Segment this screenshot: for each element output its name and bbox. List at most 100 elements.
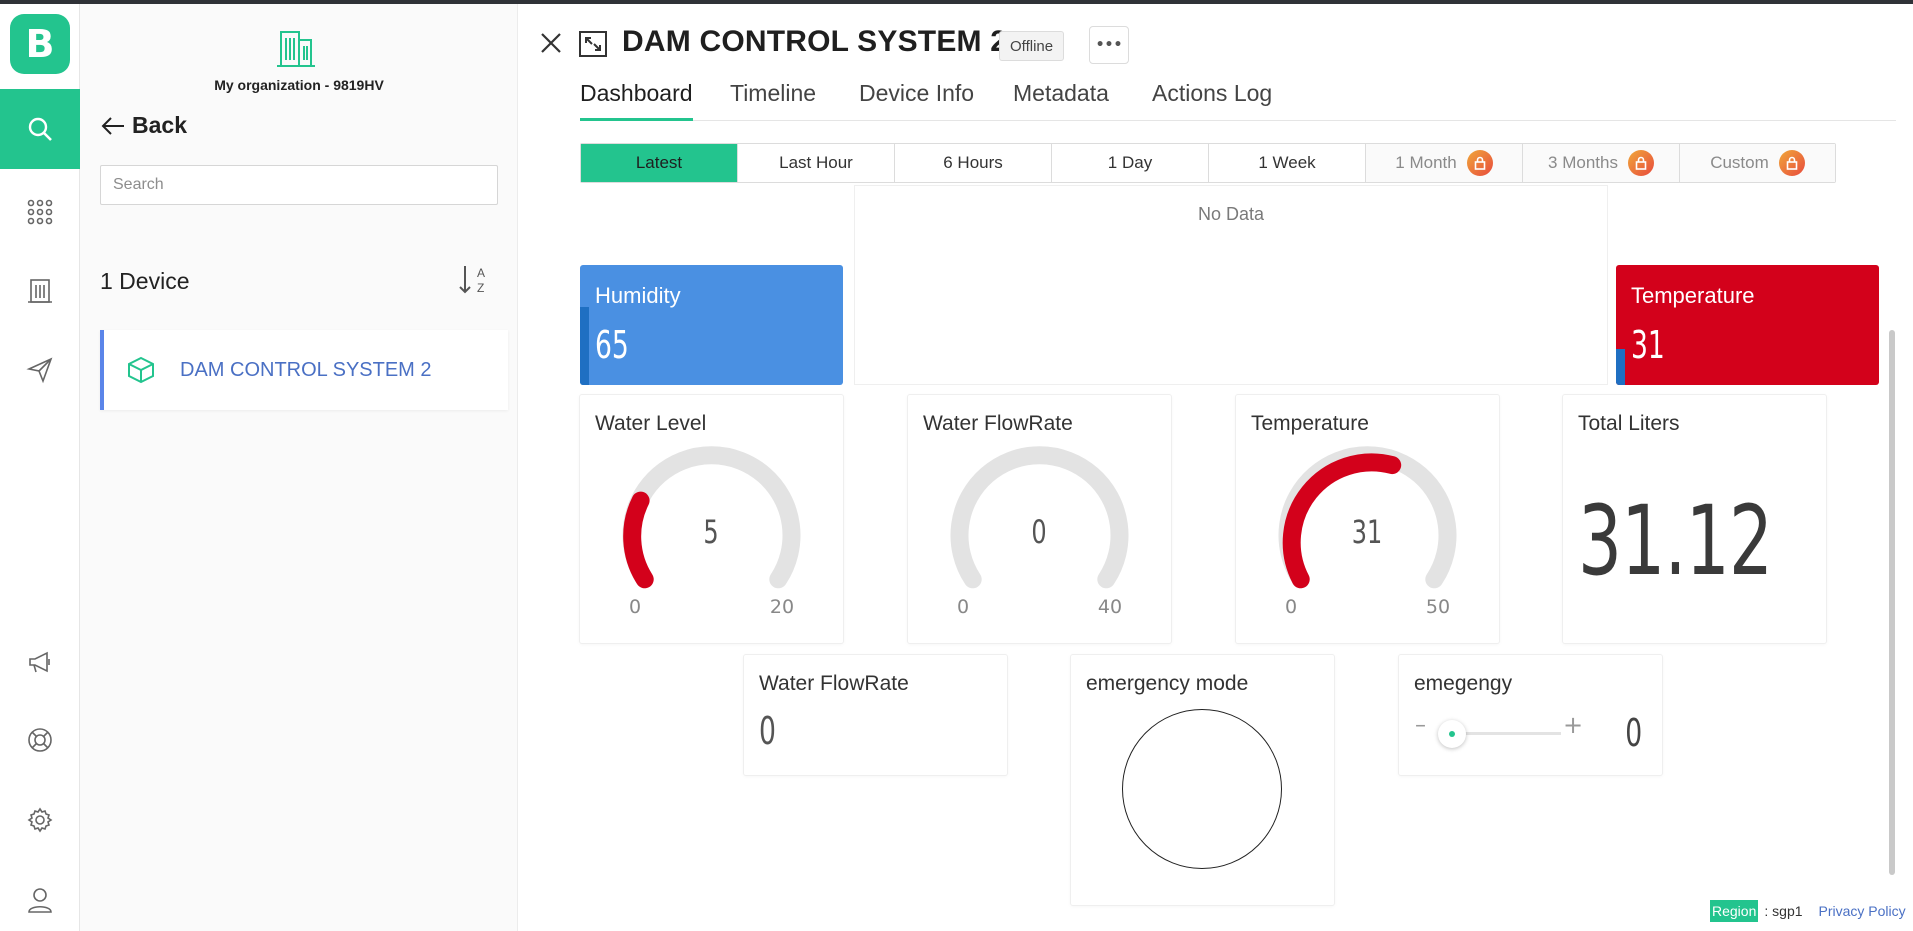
apps-nav-button[interactable]: [0, 187, 80, 237]
paper-plane-icon: [26, 357, 53, 384]
tab-actions-log[interactable]: Actions Log: [1152, 76, 1272, 121]
settings-nav-button[interactable]: [0, 795, 80, 845]
gauge-value: 5: [703, 514, 718, 551]
total-liters-widget: Total Liters 31.12: [1563, 395, 1826, 643]
gauge-max: 20: [770, 596, 794, 618]
range-label: 3 Months: [1548, 153, 1618, 172]
range-6-hours[interactable]: 6 Hours: [895, 144, 1052, 182]
arrow-left-icon: [101, 116, 124, 135]
range-1-day[interactable]: 1 Day: [1052, 144, 1209, 182]
app-rail: B: [0, 4, 80, 931]
time-range-selector: Latest Last Hour 6 Hours 1 Day 1 Week 1 …: [580, 143, 1836, 183]
range-label: 1 Day: [1107, 153, 1153, 172]
slider-plus-button[interactable]: +: [1563, 711, 1583, 739]
back-button[interactable]: Back: [100, 112, 187, 139]
water-level-gauge: 5 0 20: [622, 446, 801, 618]
emergency-mode-button[interactable]: [1122, 709, 1282, 869]
tab-metadata[interactable]: Metadata: [1013, 76, 1109, 121]
page-scrollbar[interactable]: [1889, 330, 1895, 875]
temperature-stripe: [1616, 349, 1625, 385]
organizations-nav-button[interactable]: [0, 265, 80, 315]
humidity-label: Humidity: [595, 283, 681, 308]
close-icon[interactable]: [538, 30, 564, 56]
range-custom[interactable]: Custom: [1680, 144, 1835, 182]
humidity-value: 65: [595, 323, 629, 367]
send-nav-button[interactable]: [0, 345, 80, 395]
region-label: Region: [1710, 900, 1759, 922]
megaphone-icon: [29, 651, 50, 673]
slider-minus-button[interactable]: –: [1415, 713, 1426, 738]
water-flowrate-value-label: Water FlowRate: [759, 672, 909, 695]
chart-empty-text: No Data: [1197, 204, 1265, 224]
temperature-value-widget: Temperature 31: [1616, 265, 1879, 385]
gauge-value: 31: [1352, 514, 1383, 551]
temperature-value: 31: [1631, 323, 1665, 367]
search-nav-button[interactable]: [0, 89, 80, 169]
organization-icon: [277, 31, 315, 67]
privacy-policy-link[interactable]: Privacy Policy: [1819, 903, 1906, 919]
humidity-widget: Humidity 65: [580, 265, 843, 385]
region-value: : sgp1: [1764, 903, 1803, 919]
profile-nav-button[interactable]: [0, 875, 80, 925]
range-label: 6 Hours: [943, 153, 1003, 172]
emegengy-value: 0: [1625, 711, 1642, 755]
help-nav-button[interactable]: [0, 715, 80, 765]
device-search-input[interactable]: [100, 165, 498, 205]
expand-icon[interactable]: [578, 30, 608, 58]
footer: Region : sgp1 Privacy Policy: [1710, 900, 1906, 922]
water-flowrate-value: 0: [759, 709, 776, 753]
more-options-button[interactable]: •••: [1089, 26, 1129, 64]
temperature-gauge-widget: Temperature 31 0 50: [1236, 395, 1499, 643]
gauge-value: 0: [1031, 514, 1046, 551]
device-title: DAM CONTROL SYSTEM 2: [622, 25, 1008, 58]
device-panel: My organization - 9819HV Back 1 Device A…: [80, 4, 518, 931]
emergency-mode-widget: emergency mode: [1071, 655, 1334, 905]
emegengy-label: emegengy: [1414, 672, 1513, 695]
emegengy-slider-widget: emegengy – + 0: [1399, 655, 1662, 775]
temperature-label: Temperature: [1631, 283, 1755, 308]
range-3-months[interactable]: 3 Months: [1523, 144, 1680, 182]
lock-icon: [1778, 150, 1805, 176]
range-last-hour[interactable]: Last Hour: [738, 144, 895, 182]
gauge-min: 0: [1285, 596, 1297, 618]
range-latest[interactable]: Latest: [581, 144, 738, 182]
range-label: Custom: [1710, 153, 1769, 172]
status-badge: Offline: [999, 31, 1065, 61]
blynk-logo[interactable]: B: [10, 14, 70, 74]
organization-name[interactable]: My organization - 9819HV: [80, 77, 518, 93]
range-label: 1 Week: [1258, 153, 1316, 172]
tab-bar: Dashboard Timeline Device Info Metadata …: [580, 76, 1896, 121]
gauge-min: 0: [629, 596, 641, 618]
sort-az-icon[interactable]: A Z: [458, 260, 492, 298]
lifebuoy-icon: [28, 728, 52, 752]
slider-handle[interactable]: [1438, 720, 1466, 748]
gauge-max: 50: [1426, 596, 1450, 618]
water-flowrate-gauge-widget: Water FlowRate 0 0 40: [908, 395, 1171, 643]
cube-icon: [128, 356, 154, 384]
range-1-week[interactable]: 1 Week: [1209, 144, 1366, 182]
chart-widget: No Data: [855, 186, 1607, 384]
user-icon: [28, 888, 52, 913]
sort-label-a: A: [477, 266, 485, 280]
emergency-mode-label: emergency mode: [1086, 672, 1249, 695]
water-flowrate-gauge: 0 0 40: [950, 446, 1129, 618]
total-liters-label: Total Liters: [1578, 412, 1680, 435]
sort-label-z: Z: [477, 281, 484, 295]
device-list-item[interactable]: DAM CONTROL SYSTEM 2: [100, 330, 508, 410]
range-label: Last Hour: [779, 153, 853, 172]
temperature-gauge: 31 0 50: [1278, 446, 1457, 618]
tab-timeline[interactable]: Timeline: [730, 76, 816, 121]
range-1-month[interactable]: 1 Month: [1366, 144, 1523, 182]
range-label: Latest: [635, 153, 683, 172]
tab-device-info[interactable]: Device Info: [859, 76, 974, 121]
grid-icon: [27, 199, 53, 225]
device-count: 1 Device: [100, 268, 190, 294]
water-level-widget: Water Level 5 0 20: [580, 395, 843, 643]
tab-dashboard[interactable]: Dashboard: [580, 76, 693, 121]
device-name: DAM CONTROL SYSTEM 2: [180, 358, 432, 381]
water-level-label: Water Level: [595, 412, 707, 435]
lock-icon: [1466, 150, 1493, 176]
announcements-nav-button[interactable]: [0, 637, 80, 687]
slider-handle-dot: [1449, 731, 1455, 737]
total-liters-value: 31.12: [1578, 485, 1773, 597]
